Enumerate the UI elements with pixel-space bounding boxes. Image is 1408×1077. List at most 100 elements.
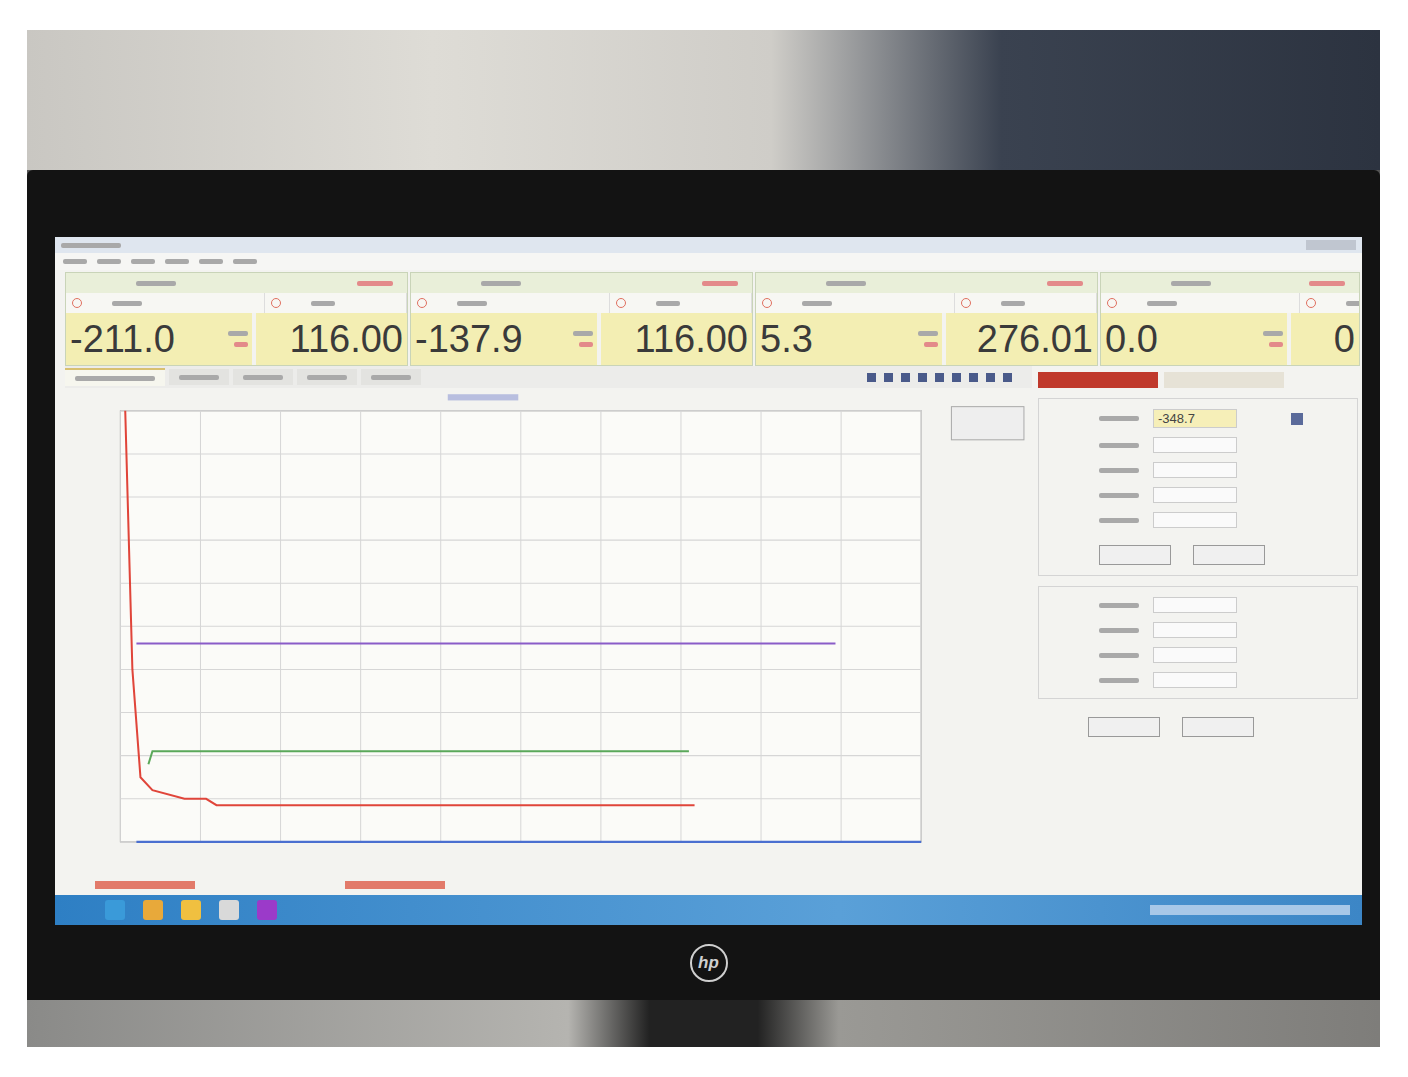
stop-button[interactable] bbox=[1193, 545, 1265, 565]
tool-icon[interactable] bbox=[867, 373, 876, 382]
setting-field[interactable] bbox=[1153, 647, 1237, 663]
refresh-icon[interactable] bbox=[417, 298, 427, 308]
readout-bar: -211.0116.00-137.9116.005.3276.010.00 bbox=[55, 270, 1362, 366]
group-header bbox=[1101, 273, 1359, 293]
app-title bbox=[61, 243, 121, 248]
chart-tab[interactable] bbox=[169, 369, 229, 385]
refresh-icon[interactable] bbox=[72, 298, 82, 308]
series-line bbox=[136, 841, 921, 843]
brand-logo: hp bbox=[690, 944, 728, 982]
bottom-tabs bbox=[55, 875, 1362, 895]
setting-row bbox=[1099, 512, 1347, 528]
chart-tab[interactable] bbox=[65, 368, 165, 386]
chart-panel bbox=[65, 366, 1032, 875]
menu-bar bbox=[55, 253, 1362, 270]
reading-field[interactable]: -348.7 bbox=[1153, 409, 1237, 428]
taskbar-app-icon[interactable] bbox=[181, 900, 201, 920]
main-area: -348.7 bbox=[55, 366, 1362, 875]
group-subheader bbox=[411, 293, 752, 313]
action-button[interactable] bbox=[1182, 717, 1254, 737]
screen: -211.0116.00-137.9116.005.3276.010.00 -34… bbox=[55, 237, 1362, 925]
refresh-icon[interactable] bbox=[616, 298, 626, 308]
tool-icon[interactable] bbox=[969, 373, 978, 382]
main-value: -137.9 bbox=[411, 313, 601, 365]
setting-field[interactable] bbox=[1153, 462, 1237, 478]
menu-item[interactable] bbox=[199, 259, 223, 264]
title-bar bbox=[55, 237, 1362, 253]
system-tray bbox=[1150, 905, 1350, 915]
setting-row bbox=[1099, 622, 1347, 638]
setting-field[interactable] bbox=[1153, 597, 1237, 613]
bottom-tab[interactable] bbox=[95, 881, 195, 889]
action-button[interactable] bbox=[1088, 717, 1160, 737]
tool-icon[interactable] bbox=[952, 373, 961, 382]
tool-icon[interactable] bbox=[901, 373, 910, 382]
group-header bbox=[66, 273, 407, 293]
side-tab[interactable] bbox=[1038, 372, 1158, 388]
menu-item[interactable] bbox=[165, 259, 189, 264]
main-value: 0.0 bbox=[1101, 313, 1291, 365]
side-tabs bbox=[1038, 366, 1358, 388]
chart-tab[interactable] bbox=[297, 369, 357, 385]
group-values: -211.0116.00 bbox=[66, 313, 407, 365]
group-subheader bbox=[1101, 293, 1359, 313]
taskbar-app-icon[interactable] bbox=[257, 900, 277, 920]
tool-icon[interactable] bbox=[918, 373, 927, 382]
main-value: 5.3 bbox=[756, 313, 946, 365]
refresh-icon[interactable] bbox=[1107, 298, 1117, 308]
photo-frame: -211.0116.00-137.9116.005.3276.010.00 -34… bbox=[0, 0, 1408, 1077]
refresh-icon[interactable] bbox=[1306, 298, 1316, 308]
setting-row bbox=[1099, 462, 1347, 478]
setting-field[interactable] bbox=[1153, 672, 1237, 688]
menu-item[interactable] bbox=[63, 259, 87, 264]
side-tab[interactable] bbox=[1164, 372, 1284, 388]
group-header bbox=[411, 273, 752, 293]
window-buttons[interactable] bbox=[1306, 240, 1356, 250]
setting-field[interactable] bbox=[1153, 437, 1237, 453]
menu-item[interactable] bbox=[131, 259, 155, 264]
readout-group: 0.00 bbox=[1100, 272, 1360, 366]
setting-row bbox=[1099, 487, 1347, 503]
group-header bbox=[756, 273, 1097, 293]
taskbar-app-icon[interactable] bbox=[105, 900, 125, 920]
group-values: 5.3276.01 bbox=[756, 313, 1097, 365]
line-chart bbox=[65, 388, 1032, 875]
refresh-icon[interactable] bbox=[762, 298, 772, 308]
secondary-value: 276.01 bbox=[946, 313, 1097, 365]
chart-toolbar bbox=[867, 373, 1032, 382]
series-line bbox=[125, 411, 694, 805]
refresh-icon[interactable] bbox=[271, 298, 281, 308]
button-row bbox=[1038, 709, 1358, 737]
series-line bbox=[136, 642, 835, 644]
main-value: -211.0 bbox=[66, 313, 256, 365]
group-subheader bbox=[66, 293, 407, 313]
setting-field[interactable] bbox=[1153, 512, 1237, 528]
taskbar-app-icon[interactable] bbox=[143, 900, 163, 920]
setting-row bbox=[1099, 437, 1347, 453]
photo: -211.0116.00-137.9116.005.3276.010.00 -34… bbox=[27, 30, 1380, 1047]
monitor-chin: hp bbox=[55, 925, 1362, 1000]
chart-tab[interactable] bbox=[361, 369, 421, 385]
menu-item[interactable] bbox=[97, 259, 121, 264]
secondary-value: 0 bbox=[1291, 313, 1359, 365]
save-icon[interactable] bbox=[1291, 413, 1303, 425]
group-subheader bbox=[756, 293, 1097, 313]
tool-icon[interactable] bbox=[884, 373, 893, 382]
setting-row bbox=[1099, 647, 1347, 663]
menu-item[interactable] bbox=[233, 259, 257, 264]
start-button[interactable] bbox=[1099, 545, 1171, 565]
bottom-tab[interactable] bbox=[345, 881, 445, 889]
tool-icon[interactable] bbox=[986, 373, 995, 382]
setting-field[interactable] bbox=[1153, 487, 1237, 503]
refresh-icon[interactable] bbox=[961, 298, 971, 308]
chart-tabs bbox=[65, 366, 1032, 388]
tool-icon[interactable] bbox=[935, 373, 944, 382]
chart-tab[interactable] bbox=[233, 369, 293, 385]
readout-group: -137.9116.00 bbox=[410, 272, 753, 366]
setting-field[interactable] bbox=[1153, 622, 1237, 638]
side-panel: -348.7 bbox=[1038, 366, 1358, 875]
group-values: 0.00 bbox=[1101, 313, 1359, 365]
taskbar-app-icon[interactable] bbox=[219, 900, 239, 920]
tool-icon[interactable] bbox=[1003, 373, 1012, 382]
button-row bbox=[1099, 537, 1347, 565]
